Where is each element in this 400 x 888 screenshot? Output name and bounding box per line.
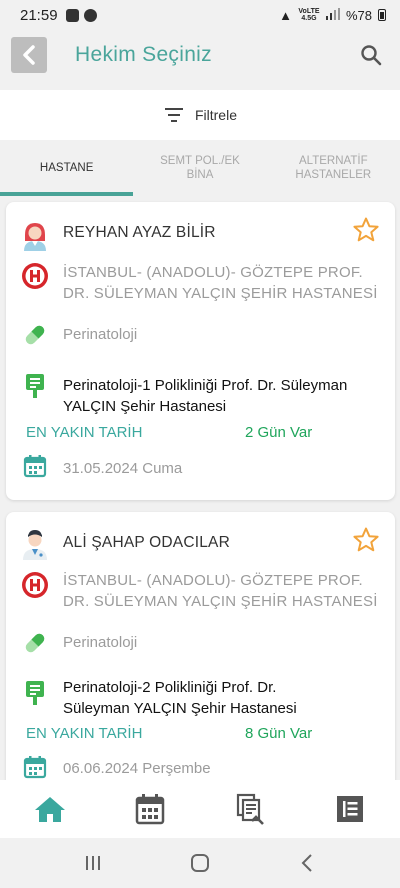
doctor-card[interactable]: REYHAN AYAZ BİLİR İSTANBUL- (ANADOLU)- G… [6,202,395,500]
nav-appointments[interactable] [125,789,175,829]
calendar-icon [21,452,49,480]
favorite-star-icon[interactable] [352,216,380,244]
doctor-list: REYHAN AYAZ BİLİR İSTANBUL- (ANADOLU)- G… [0,196,400,780]
clinic-sign-icon [21,679,49,707]
menu-list-icon [337,796,363,822]
alarm-icon: ▲ [279,7,292,23]
recents-icon [86,856,101,870]
search-button[interactable] [356,40,386,70]
clinic-name: Perinatoloji-2 Polikliniği Prof. Dr. Sül… [63,679,297,717]
nav-menu[interactable] [325,789,375,829]
chevron-left-icon [301,854,312,872]
nav-home[interactable] [25,789,75,829]
appointment-date: 06.06.2024 Perşembe [63,760,211,777]
signal-icon [325,7,340,23]
bottom-nav [0,780,400,838]
filter-icon [164,108,183,122]
calendar-icon [135,794,165,825]
nearest-date-label: EN YAKIN TARİH [26,725,143,742]
network-label: VoLTE 4.5G [298,8,320,22]
nearest-date-label: EN YAKIN TARİH [26,424,143,441]
recents-button[interactable] [73,843,113,883]
battery-percent: %78 [345,7,372,23]
documents-icon [236,793,264,825]
tab-hastane[interactable]: HASTANE [0,146,134,196]
days-left: 8 Gün Var [245,725,313,742]
back-button[interactable] [11,37,47,73]
tab-label: SEMT POL./EK BİNA [160,155,240,181]
filter-button[interactable]: Filtrele [0,90,400,140]
system-nav-bar [0,838,400,888]
tab-semt-pol[interactable]: SEMT POL./EK BİNA [133,146,266,196]
days-left: 2 Gün Var [245,424,313,441]
pill-icon [21,629,49,657]
hospital-icon [21,262,49,290]
branch-name: Perinatoloji [63,634,138,651]
app-header: Hekim Seçiniz [0,30,400,80]
battery-icon [378,9,386,21]
appointment-date: 31.05.2024 Cuma [63,460,183,477]
male-doctor-icon [21,530,49,560]
calendar-icon [21,753,49,780]
page-title: Hekim Seçiniz [75,43,212,66]
status-bar: 21:59 ▲ VoLTE 4.5G %78 [0,0,400,30]
favorite-star-icon[interactable] [352,526,380,554]
clinic-sign-icon [21,372,49,400]
hospital-name: İSTANBUL- (ANADOLU)- GÖZTEPE PROF. DR. S… [63,264,378,302]
home-circle-icon [190,854,209,872]
tab-label: HASTANE [39,162,94,174]
branch-name: Perinatoloji [63,326,138,343]
gallery-notification-icon [65,8,79,22]
hospital-icon [21,571,49,599]
tab-bar: HASTANE SEMT POL./EK BİNA ALTERNATİF HAS… [0,146,400,196]
clinic-name: Perinatoloji-1 Polikliniği Prof. Dr. Sül… [63,377,348,415]
filter-label: Filtrele [194,107,237,123]
home-button[interactable] [180,843,220,883]
pill-icon [21,321,49,349]
tab-alternatif-hastaneler[interactable]: ALTERNATİF HASTANELER [267,146,400,196]
status-time: 21:59 [20,6,58,24]
search-icon [361,45,382,66]
nav-documents[interactable] [225,789,275,829]
tab-label: ALTERNATİF HASTANELER [295,155,372,181]
app-notification-icon [83,8,97,22]
doctor-name: REYHAN AYAZ BİLİR [63,224,216,241]
chevron-left-icon [23,45,35,65]
system-back-button[interactable] [287,843,327,883]
doctor-name: ALİ ŞAHAP ODACILAR [63,534,230,551]
home-icon [35,797,65,822]
hospital-name: İSTANBUL- (ANADOLU)- GÖZTEPE PROF. DR. S… [63,572,378,610]
doctor-card[interactable]: ALİ ŞAHAP ODACILAR İSTANBUL- (ANADOLU)- … [6,512,395,780]
female-doctor-icon [21,222,49,251]
